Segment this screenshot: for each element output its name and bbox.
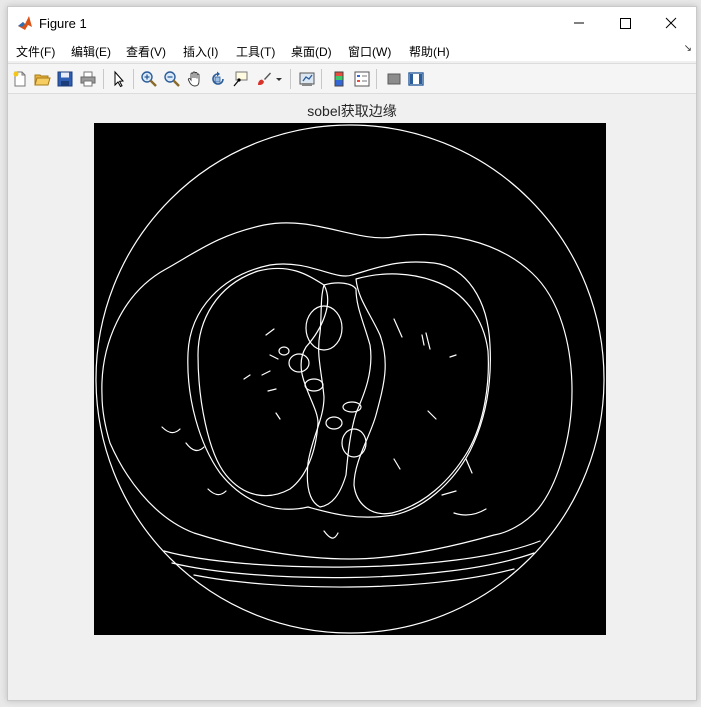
colorbar-icon[interactable] bbox=[330, 70, 348, 88]
open-file-icon[interactable] bbox=[33, 70, 51, 88]
menu-bar: 文件(F) 编辑(E) 查看(V) 插入(I) 工具(T) 桌面(D) 窗口(W… bbox=[8, 39, 696, 61]
print-icon[interactable] bbox=[79, 70, 97, 88]
hide-plot-tools-icon[interactable] bbox=[385, 70, 403, 88]
edge-image-canvas bbox=[94, 123, 606, 635]
save-icon[interactable] bbox=[56, 70, 74, 88]
edge-image[interactable] bbox=[94, 123, 606, 635]
pointer-icon[interactable] bbox=[110, 70, 128, 88]
dock-arrow-icon[interactable]: ↘ bbox=[684, 43, 692, 54]
new-figure-icon[interactable] bbox=[11, 70, 29, 88]
axes-title: sobel获取边缘 bbox=[307, 103, 397, 119]
maximize-icon bbox=[620, 18, 631, 29]
toolbar-separator bbox=[376, 69, 377, 89]
close-button[interactable] bbox=[648, 7, 694, 39]
figure-toolbar bbox=[8, 63, 696, 94]
figure-window: Figure 1 文件(F) 编辑(E) 查看(V) 插入(I) 工具(T) 桌… bbox=[7, 6, 697, 701]
maximize-button[interactable] bbox=[602, 7, 648, 39]
zoom-in-icon[interactable] bbox=[140, 70, 158, 88]
menu-help[interactable]: 帮助(H) bbox=[409, 43, 450, 60]
minimize-icon bbox=[574, 22, 584, 24]
matlab-logo-icon bbox=[17, 15, 33, 31]
toolbar-separator bbox=[321, 69, 322, 89]
menu-tools[interactable]: 工具(T) bbox=[236, 43, 275, 60]
toolbar-separator bbox=[133, 69, 134, 89]
close-icon bbox=[665, 17, 677, 29]
menu-file[interactable]: 文件(F) bbox=[16, 43, 55, 60]
pan-icon[interactable] bbox=[186, 70, 204, 88]
menu-insert[interactable]: 插入(I) bbox=[183, 43, 218, 60]
show-plot-tools-icon[interactable] bbox=[407, 70, 425, 88]
zoom-out-icon[interactable] bbox=[163, 70, 181, 88]
toolbar-separator bbox=[103, 69, 104, 89]
window-title: Figure 1 bbox=[39, 15, 87, 31]
title-bar[interactable]: Figure 1 bbox=[8, 7, 696, 39]
menu-window[interactable]: 窗口(W) bbox=[348, 43, 391, 60]
menu-view[interactable]: 查看(V) bbox=[126, 43, 166, 60]
minimize-button[interactable] bbox=[556, 7, 602, 39]
menu-desktop[interactable]: 桌面(D) bbox=[291, 43, 332, 60]
data-cursor-icon[interactable] bbox=[232, 70, 250, 88]
link-plot-icon[interactable] bbox=[298, 70, 316, 88]
legend-icon[interactable] bbox=[353, 70, 371, 88]
menu-edit[interactable]: 编辑(E) bbox=[71, 43, 111, 60]
brush-dropdown-icon[interactable] bbox=[274, 70, 284, 88]
brush-icon[interactable] bbox=[255, 70, 273, 88]
toolbar-separator bbox=[290, 69, 291, 89]
rotate-3d-icon[interactable] bbox=[209, 70, 227, 88]
